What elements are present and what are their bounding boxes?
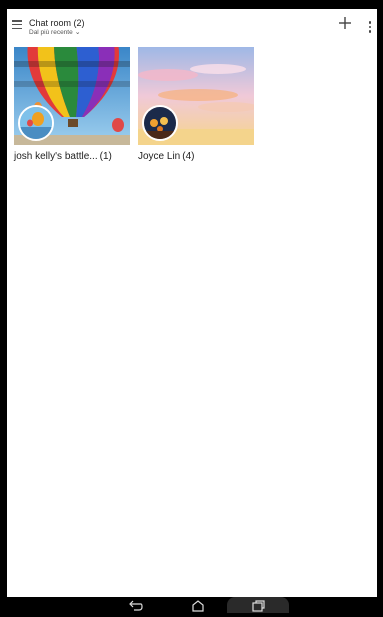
hamburger-menu-icon[interactable] bbox=[12, 20, 22, 32]
app-screen: Chat room (2) Dal più recente ⌄ josh kel… bbox=[7, 9, 377, 597]
album-label: josh kelly's battle... (1) bbox=[14, 151, 130, 163]
album-card[interactable]: Joyce Lin (4) bbox=[138, 47, 254, 163]
sort-label: Dal più recente bbox=[29, 29, 73, 36]
album-count: (1) bbox=[99, 151, 112, 162]
album-name: josh kelly's battle... bbox=[14, 151, 98, 162]
album-name: Joyce Lin bbox=[138, 151, 181, 162]
home-icon[interactable] bbox=[190, 599, 206, 612]
system-navbar bbox=[0, 597, 383, 613]
album-thumbnail bbox=[138, 47, 254, 145]
back-icon[interactable] bbox=[128, 599, 144, 611]
recents-icon[interactable] bbox=[250, 599, 266, 612]
title-area: Chat room (2) Dal più recente ⌄ bbox=[29, 18, 85, 37]
album-thumbnail bbox=[14, 47, 130, 145]
balloon-avatar bbox=[18, 105, 54, 141]
sort-dropdown[interactable]: Dal più recente ⌄ bbox=[29, 29, 85, 37]
album-card[interactable]: josh kelly's battle... (1) bbox=[14, 47, 130, 163]
plus-icon bbox=[339, 17, 351, 29]
page-title: Chat room (2) bbox=[29, 18, 85, 28]
chevron-down-icon: ⌄ bbox=[74, 29, 81, 36]
app-bar: Chat room (2) Dal più recente ⌄ bbox=[7, 9, 377, 43]
overflow-menu-icon[interactable] bbox=[367, 21, 373, 35]
lantern-avatar bbox=[142, 105, 178, 141]
add-button[interactable] bbox=[337, 15, 353, 33]
album-count: (4) bbox=[182, 151, 195, 162]
album-label: Joyce Lin (4) bbox=[138, 151, 254, 163]
